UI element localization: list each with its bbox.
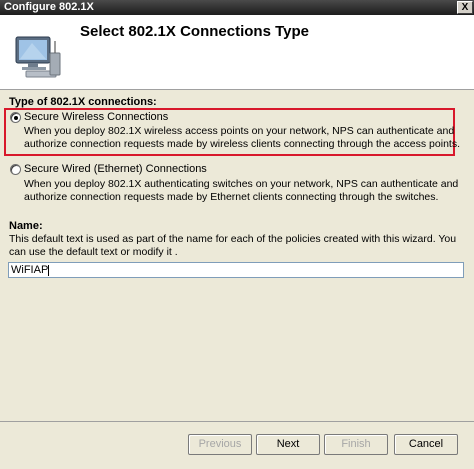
finish-button[interactable]: Finish [324,434,388,455]
close-button[interactable]: X [457,1,473,14]
radio-wireless[interactable] [10,112,21,123]
next-button[interactable]: Next [256,434,320,455]
wizard-content: Type of 802.1X connections: Secure Wirel… [0,91,474,421]
window-titlebar: Configure 802.1X X [0,0,474,15]
name-help-text: This default text is used as part of the… [9,233,457,258]
option-wireless-label[interactable]: Secure Wireless Connections [24,111,168,123]
connection-type-label: Type of 802.1X connections: [9,96,157,108]
name-label: Name: [9,220,43,232]
cancel-button[interactable]: Cancel [394,434,458,455]
text-cursor [48,264,50,276]
window-title: Configure 802.1X [4,1,94,13]
option-wired-label[interactable]: Secure Wired (Ethernet) Connections [24,163,207,175]
previous-button[interactable]: Previous [188,434,252,455]
page-title: Select 802.1X Connections Type [80,23,309,40]
wizard-footer: Previous Next Finish Cancel [0,421,474,469]
name-input-value: WiFIAP [11,264,49,276]
option-wireless-description: When you deploy 802.1X wireless access p… [24,125,460,150]
wizard-header: Select 802.1X Connections Type [0,15,474,90]
name-input[interactable]: WiFIAP [8,262,464,278]
option-wired-description: When you deploy 802.1X authenticating sw… [24,178,459,203]
radio-selected-dot [14,116,18,120]
wireless-computer-icon [10,31,62,79]
radio-wired[interactable] [10,164,21,175]
